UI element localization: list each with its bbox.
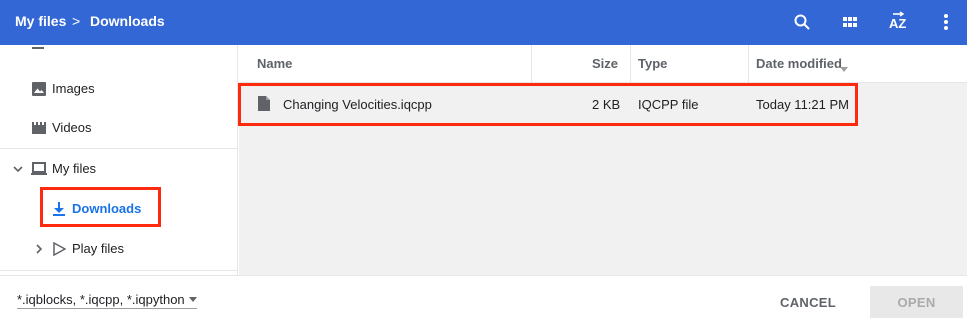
- sidebar-item-label: My files: [52, 161, 97, 176]
- cancel-button[interactable]: CANCEL: [762, 286, 854, 318]
- breadcrumb-downloads[interactable]: Downloads: [90, 13, 165, 29]
- grid-view-icon[interactable]: [839, 11, 861, 33]
- dialog-footer: *.iqblocks, *.iqcpp, *.iqpython CANCEL O…: [0, 275, 967, 322]
- column-header-size[interactable]: Size: [532, 45, 631, 83]
- video-icon: [30, 119, 48, 137]
- sidebar-item-videos[interactable]: Videos: [0, 108, 237, 148]
- sidebar-item-label: Images: [52, 81, 95, 96]
- top-bar: My files > Downloads AZ: [0, 0, 967, 45]
- file-name: Changing Velocities.iqcpp: [283, 97, 432, 112]
- svg-text:AZ: AZ: [889, 16, 906, 31]
- column-header-name[interactable]: Name: [239, 45, 532, 83]
- table-row[interactable]: Changing Velocities.iqcpp 2 KB IQCPP fil…: [239, 85, 855, 125]
- sidebar-item-play-files[interactable]: Play files: [0, 229, 237, 269]
- laptop-icon: [30, 160, 48, 178]
- sidebar-item-downloads[interactable]: Downloads: [0, 189, 237, 229]
- dropdown-arrow-icon: [188, 297, 197, 302]
- column-header-date[interactable]: Date modified: [749, 45, 967, 83]
- search-icon[interactable]: [791, 11, 813, 33]
- sidebar-item-label: Play files: [72, 241, 125, 256]
- sort-az-icon[interactable]: AZ: [887, 11, 909, 33]
- sidebar-item-my-files[interactable]: My files: [0, 149, 237, 189]
- file-size: 2 KB: [592, 97, 621, 112]
- file-type: IQCPP file: [638, 97, 699, 112]
- breadcrumb-my-files[interactable]: My files: [15, 13, 66, 29]
- sidebar-item-label: Downloads: [72, 201, 142, 216]
- play-icon: [50, 240, 68, 258]
- file-list: Name Size Type Date modified Changing Ve…: [239, 45, 967, 275]
- open-button[interactable]: OPEN: [870, 286, 963, 318]
- sidebar-item-images[interactable]: Images: [0, 69, 237, 109]
- chevron-down-icon[interactable]: [9, 160, 27, 178]
- column-header-type[interactable]: Type: [631, 45, 749, 83]
- chevron-right-icon[interactable]: [30, 240, 48, 258]
- scroll-fragment: [32, 47, 44, 49]
- file-icon: [258, 96, 270, 115]
- file-type-filter-select[interactable]: *.iqblocks, *.iqcpp, *.iqpython: [17, 292, 197, 309]
- sort-arrow-icon: [840, 61, 848, 76]
- breadcrumb-separator: >: [72, 13, 81, 29]
- filter-value: *.iqblocks, *.iqcpp, *.iqpython: [17, 292, 185, 307]
- file-date: Today 11:21 PM: [756, 97, 849, 112]
- sidebar: Images Videos My files Downloads Play fi…: [0, 45, 238, 275]
- more-vert-icon[interactable]: [935, 11, 957, 33]
- sidebar-divider: [0, 270, 237, 271]
- download-icon: [50, 200, 68, 218]
- image-icon: [30, 80, 48, 98]
- sidebar-item-label: Videos: [52, 120, 92, 135]
